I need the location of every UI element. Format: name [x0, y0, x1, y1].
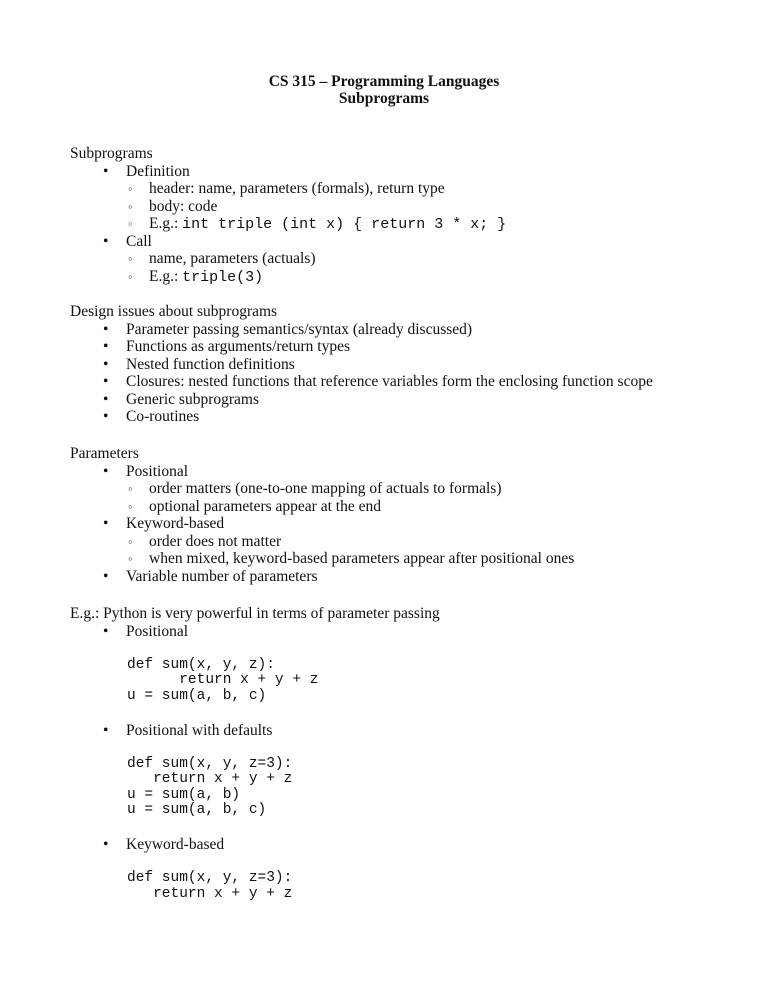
- list-item: Definition: [70, 163, 506, 181]
- example-prefix: E.g.:: [149, 267, 183, 285]
- list-item: Functions as arguments/return types: [70, 338, 653, 356]
- section-subprograms: Subprograms Definition header: name, par…: [70, 145, 506, 286]
- list-item: Positional: [70, 623, 440, 641]
- example-prefix: E.g.:: [149, 215, 183, 232]
- course-title: CS 315 – Programming Languages: [268, 73, 500, 90]
- code-inline: triple(3): [182, 268, 264, 286]
- list-item: Keyword-based: [70, 515, 574, 533]
- code-block-positional: def sum(x, y, z): return x + y + z u = s…: [127, 656, 319, 704]
- list-item: Positional: [70, 463, 574, 481]
- code-block-keyword: def sum(x, y, z=3): return x + y + z: [127, 870, 293, 902]
- list-item: Closures: nested functions that referenc…: [70, 373, 653, 391]
- code-block-defaults: def sum(x, y, z=3): return x + y + z u =…: [127, 755, 293, 818]
- list-subitem: order matters (one-to-one mapping of act…: [70, 480, 574, 498]
- section-python-example: E.g.: Python is very powerful in terms o…: [70, 605, 440, 902]
- list-item: Co-routines: [70, 408, 653, 426]
- list-subitem: E.g.: int triple (int x) { return 3 * x;…: [70, 215, 506, 233]
- list-item: Generic subprograms: [70, 391, 653, 409]
- section-heading: Parameters: [70, 445, 139, 462]
- list-subitem: when mixed, keyword-based parameters app…: [70, 550, 574, 568]
- list-subitem: E.g.: triple(3): [70, 268, 506, 286]
- list-subitem: body: code: [70, 198, 506, 216]
- section-design-issues: Design issues about subprograms Paramete…: [70, 303, 653, 426]
- list-subitem: order does not matter: [70, 533, 574, 551]
- section-parameters: Parameters Positional order matters (one…: [70, 445, 574, 585]
- list-item: Positional with defaults: [70, 722, 440, 740]
- topic-title: Subprograms: [338, 90, 430, 107]
- section-heading: Design issues about subprograms: [70, 303, 278, 320]
- list-subitem: name, parameters (actuals): [70, 250, 506, 268]
- list-item: Call: [70, 233, 506, 251]
- list-item: Variable number of parameters: [70, 568, 574, 586]
- section-heading: Subprograms: [70, 145, 153, 162]
- list-subitem: optional parameters appear at the end: [70, 498, 574, 516]
- list-item: Parameter passing semantics/syntax (alre…: [70, 321, 653, 339]
- code-inline: int triple (int x) { return 3 * x; }: [182, 216, 507, 233]
- document-title: CS 315 – Programming Languages Subprogra…: [0, 73, 768, 107]
- section-heading: E.g.: Python is very powerful in terms o…: [70, 605, 440, 622]
- list-item: Keyword-based: [70, 836, 440, 854]
- list-subitem: header: name, parameters (formals), retu…: [70, 180, 506, 198]
- list-item: Nested function definitions: [70, 356, 653, 374]
